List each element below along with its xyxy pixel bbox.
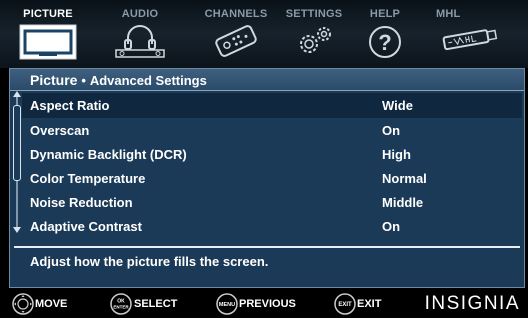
hint-label: PREVIOUS [239,298,296,310]
headphones-icon [114,24,166,61]
setting-row-dynamic-backlight[interactable]: Dynamic Backlight (DCR) High [22,142,522,167]
svg-text:EXIT: EXIT [338,302,352,308]
hint-previous: MENU PREVIOUS [216,293,316,315]
setting-label: Adaptive Contrast [30,219,142,234]
hint-label: SELECT [134,298,178,310]
setting-value: Normal [382,171,427,186]
hint-exit: EXIT EXIT [334,293,404,315]
setting-row-aspect-ratio[interactable]: Aspect Ratio Wide [22,93,522,118]
help-icon: ? [367,24,403,63]
tab-mhl-label: MHL [436,8,461,20]
setting-label: Dynamic Backlight (DCR) [30,147,187,162]
tv-icon [19,24,77,63]
svg-text:MENU: MENU [219,302,235,308]
setting-row-color-temperature[interactable]: Color Temperature Normal [22,166,522,191]
tab-picture-label: PICTURE [23,8,73,20]
gears-icon [291,24,337,61]
tab-audio[interactable]: AUDIO [110,0,170,66]
mhl-cable-icon [438,24,502,57]
setting-row-overscan[interactable]: Overscan On [22,118,522,143]
setting-label: Noise Reduction [30,195,133,210]
help-divider [14,246,520,248]
remote-icon [211,24,261,61]
exit-button-icon: EXIT [334,293,356,318]
svg-text:ENTER: ENTER [113,305,129,310]
advanced-settings-panel: Picture • Advanced Settings Aspect Ratio… [9,68,525,288]
hint-label: EXIT [357,298,382,310]
panel-title-main: Picture [30,72,78,88]
setting-label: Color Temperature [30,171,146,186]
hint-select: OK ENTER SELECT [110,293,190,315]
top-menu-tabs: PICTURE AUDIO CHANNELS SETTINGS HELP ? M… [0,0,528,68]
tab-channels[interactable]: CHANNELS [196,0,276,66]
setting-row-noise-reduction[interactable]: Noise Reduction Middle [22,190,522,215]
brand-logo: INSIGNIA [424,293,520,314]
ok-enter-button-icon: OK ENTER [110,293,132,318]
tab-picture[interactable]: PICTURE [18,0,78,66]
scroll-thumb[interactable] [13,105,21,181]
dpad-icon [12,293,34,318]
button-hint-bar: MOVE OK ENTER SELECT MENU PREVIOUS EXIT [0,290,528,318]
menu-button-icon: MENU [216,293,238,318]
tab-help-label: HELP [369,8,401,20]
setting-value: Wide [382,98,413,113]
tab-help[interactable]: HELP ? [360,0,410,66]
panel-title-separator: • [81,73,86,88]
help-text: Adjust how the picture fills the screen. [30,254,269,269]
hint-label: MOVE [35,298,68,310]
tab-mhl[interactable]: MHL [430,0,510,66]
panel-title: Picture • Advanced Settings [10,69,524,91]
setting-value: On [382,219,401,234]
svg-text:?: ? [378,30,391,55]
setting-row-adaptive-contrast[interactable]: Adaptive Contrast On [22,214,522,239]
scroll-down-arrow-icon[interactable] [13,227,21,233]
tab-settings[interactable]: SETTINGS [278,0,350,66]
panel-title-sub: Advanced Settings [89,73,207,88]
setting-value: High [382,147,411,162]
setting-label: Overscan [30,123,90,138]
tab-channels-label: CHANNELS [204,8,268,20]
tab-settings-label: SETTINGS [285,8,343,20]
setting-value: On [382,123,401,138]
tab-audio-label: AUDIO [121,8,159,20]
hint-move: MOVE [12,293,82,315]
setting-value: Middle [382,195,424,210]
setting-label: Aspect Ratio [30,98,110,113]
